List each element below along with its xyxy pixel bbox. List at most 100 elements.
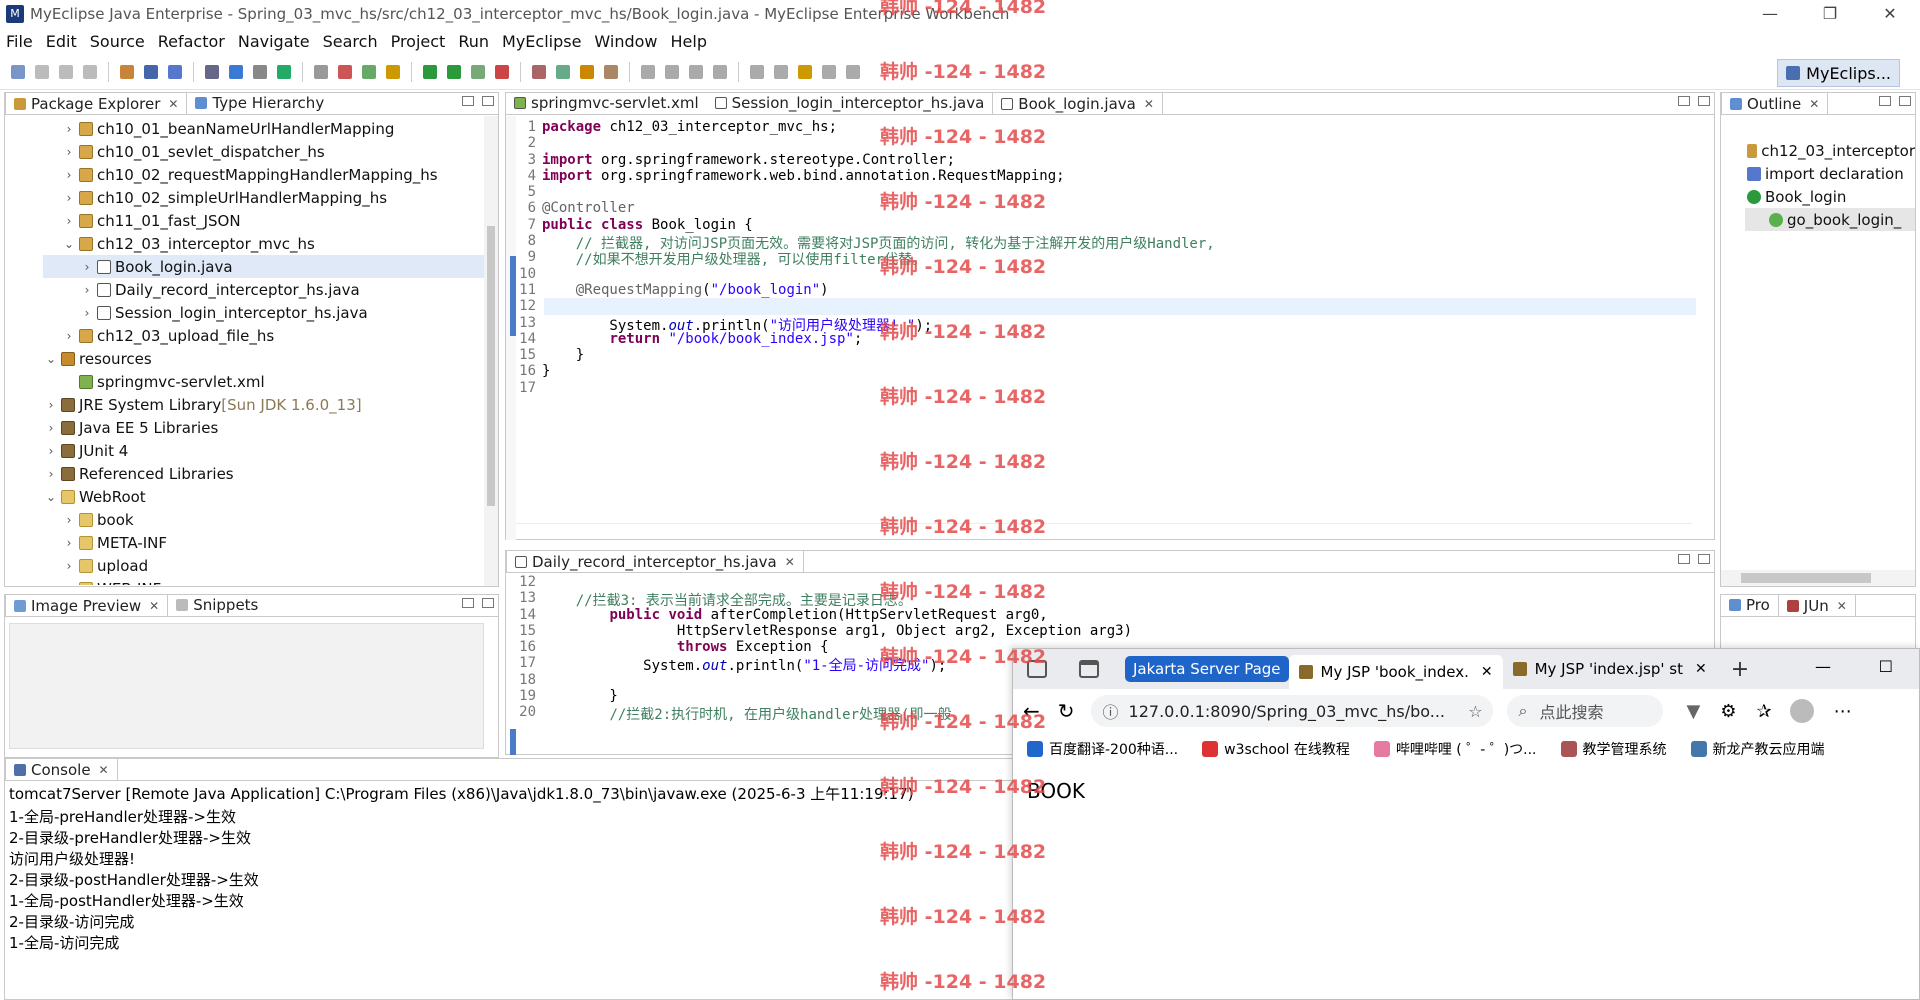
- chevron-icon[interactable]: ›: [61, 559, 77, 573]
- menu-item-edit[interactable]: Edit: [46, 32, 77, 51]
- tree-item[interactable]: ⌄ WebRoot: [43, 485, 498, 508]
- profile-avatar[interactable]: [1789, 699, 1814, 723]
- minimize-button[interactable]: —: [1740, 0, 1800, 28]
- tab-type-hierarchy[interactable]: Type Hierarchy: [187, 92, 332, 114]
- tree-item[interactable]: › JUnit 4: [43, 439, 498, 462]
- tab-package-explorer[interactable]: Package Explorer ✕: [5, 92, 188, 114]
- bookmark-item[interactable]: w3school 在线教程: [1202, 739, 1350, 759]
- browser-tab-index[interactable]: My JSP 'index.jsp' st ✕: [1503, 654, 1717, 684]
- chevron-icon[interactable]: ›: [61, 122, 77, 136]
- chevron-icon[interactable]: ⌄: [43, 352, 59, 366]
- favorites-icon[interactable]: ✰: [1757, 701, 1772, 722]
- toolbar-button-icon[interactable]: [168, 64, 182, 79]
- tree-item[interactable]: › WEB-INF: [43, 577, 498, 585]
- tab-group-label[interactable]: Jakarta Server Page: [1125, 656, 1289, 682]
- tree-item[interactable]: › Referenced Libraries: [43, 462, 498, 485]
- tree-item[interactable]: › ch10_01_sevlet_dispatcher_hs: [43, 140, 498, 163]
- menu-item-navigate[interactable]: Navigate: [238, 32, 310, 51]
- toolbar-button-icon[interactable]: [604, 64, 618, 79]
- menu-item-search[interactable]: Search: [323, 32, 378, 51]
- search-box[interactable]: ⌕ 点此搜索: [1506, 695, 1663, 727]
- bookmark-item[interactable]: 教学管理系统: [1560, 739, 1667, 759]
- close-icon[interactable]: ✕: [1481, 664, 1493, 680]
- minimize-view-icon[interactable]: [1678, 554, 1690, 564]
- chevron-icon[interactable]: ›: [43, 421, 59, 435]
- bookmark-item[interactable]: 百度翻译-200种语...: [1027, 739, 1178, 759]
- outline-item[interactable]: import declaration: [1745, 162, 1915, 185]
- tree-item[interactable]: › book: [43, 508, 498, 531]
- toolbar-button-icon[interactable]: [144, 64, 158, 79]
- toolbar-button-icon[interactable]: [641, 64, 655, 79]
- code-area[interactable]: 1 package ch12_03_interceptor_mvc_hs; 2 3 im…: [516, 119, 1696, 396]
- toolbar-button-icon[interactable]: [447, 64, 461, 79]
- tree-item[interactable]: › Daily_record_interceptor_hs.java: [43, 278, 498, 301]
- toolbar-button-icon[interactable]: [532, 64, 546, 79]
- chevron-icon[interactable]: ›: [61, 191, 77, 205]
- close-icon[interactable]: ✕: [149, 599, 159, 613]
- editor-tab[interactable]: Book_login.java ✕: [992, 92, 1163, 114]
- toolbar-button-icon[interactable]: [495, 64, 509, 79]
- tree-item[interactable]: ⌄ ch12_03_interceptor_mvc_hs: [43, 232, 498, 255]
- toolbar-button-icon[interactable]: [750, 64, 764, 79]
- toolbar-button-icon[interactable]: [229, 64, 243, 79]
- tree-item[interactable]: springmvc-servlet.xml: [43, 370, 498, 393]
- chevron-icon[interactable]: ›: [79, 260, 95, 274]
- extension-v-icon[interactable]: ▼: [1687, 701, 1701, 722]
- tree-scrollbar[interactable]: [484, 116, 498, 586]
- toolbar-button-icon[interactable]: [253, 64, 267, 79]
- tree-item[interactable]: › ch11_01_fast_JSON: [43, 209, 498, 232]
- tree-item[interactable]: › Session_login_interceptor_hs.java: [43, 301, 498, 324]
- tree-item[interactable]: ⌄ resources: [43, 347, 498, 370]
- close-icon[interactable]: ✕: [1695, 661, 1707, 677]
- tab-snippets[interactable]: Snippets: [168, 594, 266, 616]
- minimize-view-icon[interactable]: [1678, 96, 1690, 106]
- address-bar[interactable]: ⓘ 127.0.0.1:8090/Spring_03_mvc_hs/bo... ☆: [1090, 695, 1493, 727]
- chevron-icon[interactable]: ›: [43, 444, 59, 458]
- tab-actions-icon[interactable]: [1079, 660, 1099, 678]
- favorite-star-icon[interactable]: ☆: [1468, 702, 1482, 721]
- browser-maximize-icon[interactable]: ☐: [1879, 657, 1893, 676]
- close-icon[interactable]: ✕: [99, 763, 109, 777]
- console-output[interactable]: 1-全局-preHandler处理器->生效 2-目录级-preHandler处理…: [5, 806, 1015, 953]
- menu-item-help[interactable]: Help: [671, 32, 707, 51]
- maximize-view-icon[interactable]: [1698, 554, 1710, 564]
- toolbar-button-icon[interactable]: [83, 64, 97, 79]
- close-button[interactable]: ✕: [1860, 0, 1920, 28]
- tab-image-preview[interactable]: Image Preview ✕: [5, 594, 169, 616]
- menu-item-project[interactable]: Project: [391, 32, 446, 51]
- chevron-icon[interactable]: ›: [43, 467, 59, 481]
- menu-item-refactor[interactable]: Refactor: [158, 32, 225, 51]
- tree-item[interactable]: › ch10_02_simpleUrlHandlerMapping_hs: [43, 186, 498, 209]
- toolbar-button-icon[interactable]: [423, 64, 437, 79]
- tab-daily-record[interactable]: Daily_record_interceptor_hs.java ✕: [506, 550, 804, 572]
- chevron-icon[interactable]: ›: [61, 582, 77, 586]
- chevron-icon[interactable]: ›: [79, 283, 95, 297]
- tree-item[interactable]: › ch10_01_beanNameUrlHandlerMapping: [43, 117, 498, 140]
- outline-item[interactable]: Book_login: [1745, 185, 1915, 208]
- more-menu-icon[interactable]: ⋯: [1834, 701, 1852, 722]
- bookmark-item[interactable]: 哔哩哔哩 ( ゜- ゜)つ...: [1373, 739, 1537, 759]
- toolbar-button-icon[interactable]: [314, 64, 328, 79]
- chevron-icon[interactable]: ›: [61, 536, 77, 550]
- maximize-view-icon[interactable]: [1698, 96, 1710, 106]
- toolbar-button-icon[interactable]: [120, 64, 134, 79]
- close-icon[interactable]: ✕: [1809, 97, 1819, 111]
- toolbar-button-icon[interactable]: [774, 64, 788, 79]
- menu-item-myeclipse[interactable]: MyEclipse: [502, 32, 581, 51]
- tree-item[interactable]: › upload: [43, 554, 498, 577]
- toolbar-button-icon[interactable]: [11, 64, 25, 79]
- toolbar-button-icon[interactable]: [205, 64, 219, 79]
- tree-item[interactable]: › Java EE 5 Libraries: [43, 416, 498, 439]
- toolbar-button-icon[interactable]: [362, 64, 376, 79]
- toolbar-button-icon[interactable]: [580, 64, 594, 79]
- toolbar-button-icon[interactable]: [822, 64, 836, 79]
- menu-item-run[interactable]: Run: [458, 32, 489, 51]
- outline-item[interactable]: go_book_login_: [1745, 208, 1915, 231]
- menu-item-source[interactable]: Source: [90, 32, 145, 51]
- bookmark-item[interactable]: 新龙产教云应用端: [1690, 739, 1825, 759]
- close-icon[interactable]: ✕: [168, 97, 178, 111]
- outline-hscrollbar[interactable]: [1721, 570, 1915, 586]
- chevron-icon[interactable]: ›: [61, 329, 77, 343]
- toolbar-button-icon[interactable]: [35, 64, 49, 79]
- tree-item[interactable]: › Book_login.java: [43, 255, 498, 278]
